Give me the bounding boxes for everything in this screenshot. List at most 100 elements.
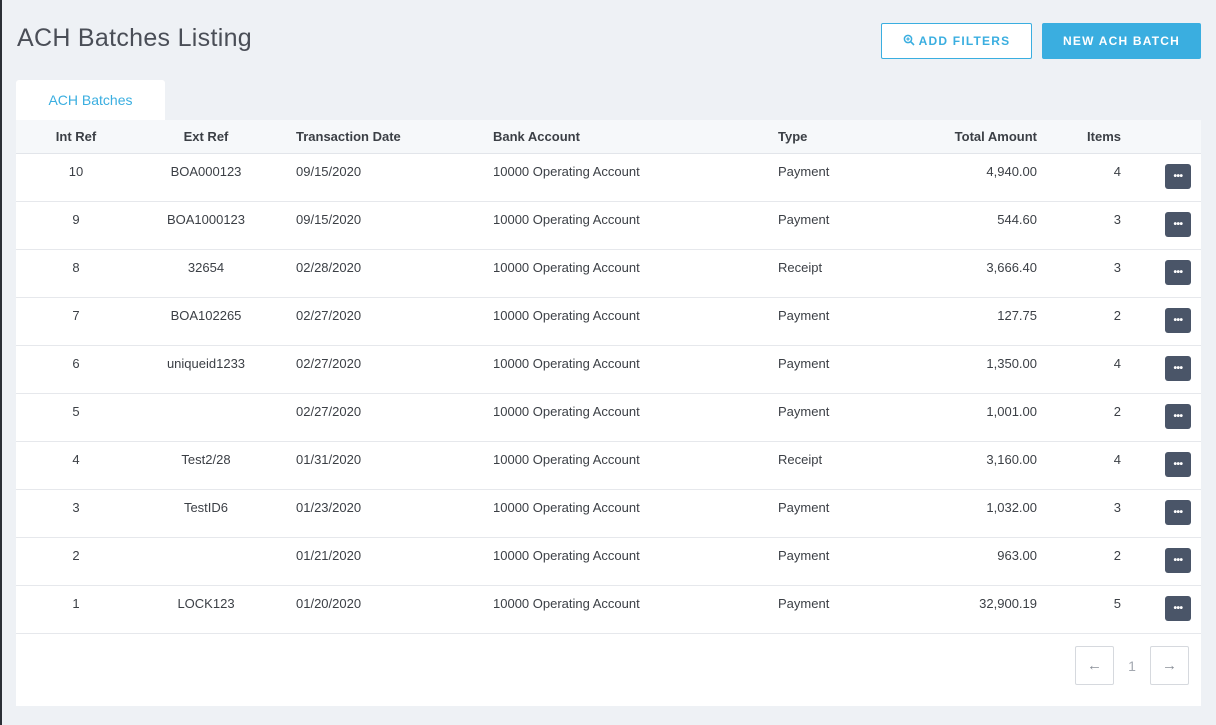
type-cell: Payment [778,308,830,323]
table-row[interactable]: 4 Test2/28 01/31/2020 10000 Operating Ac… [16,442,1201,490]
row-actions-button[interactable]: ••• [1165,452,1191,477]
bank-account-cell: 10000 Operating Account [493,212,640,227]
type-cell: Receipt [778,260,823,275]
type-cell: Receipt [778,452,823,467]
type-cell: Payment [778,548,830,563]
total-amount-cell: 544.60 [997,212,1037,227]
bank-account-cell: 10000 Operating Account [493,500,640,515]
column-header-type[interactable]: Type [778,129,807,144]
search-plus-icon [903,34,915,49]
bank-account-cell: 10000 Operating Account [493,548,640,563]
row-actions-button[interactable]: ••• [1165,308,1191,333]
transaction-date-cell: 09/15/2020 [296,164,362,179]
table-row[interactable]: 2 01/21/2020 10000 Operating Account Pay… [16,538,1201,586]
int-ref-cell: 7 [72,308,80,323]
total-amount-cell: 1,350.00 [986,356,1037,371]
type-cell: Payment [778,404,830,419]
row-actions-button[interactable]: ••• [1165,356,1191,381]
column-header-ext-ref[interactable]: Ext Ref [136,129,276,144]
column-header-int-ref[interactable]: Int Ref [36,129,116,144]
items-cell: 2 [1113,548,1121,563]
items-cell: 4 [1113,356,1121,371]
int-ref-cell: 10 [68,164,84,179]
bank-account-cell: 10000 Operating Account [493,164,640,179]
int-ref-cell: 5 [72,404,80,419]
column-header-bank-account[interactable]: Bank Account [493,129,580,144]
total-amount-cell: 127.75 [997,308,1037,323]
table-row[interactable]: 8 32654 02/28/2020 10000 Operating Accou… [16,250,1201,298]
items-cell: 5 [1113,596,1121,611]
total-amount-cell: 32,900.19 [979,596,1037,611]
window-left-edge [0,0,2,725]
column-header-items[interactable]: Items [1076,129,1121,144]
table-row[interactable]: 5 02/27/2020 10000 Operating Account Pay… [16,394,1201,442]
transaction-date-cell: 02/27/2020 [296,356,362,371]
transaction-date-cell: 02/27/2020 [296,404,362,419]
items-cell: 4 [1113,164,1121,179]
items-cell: 3 [1113,212,1121,227]
type-cell: Payment [778,356,830,371]
row-actions-button[interactable]: ••• [1165,548,1191,573]
new-ach-batch-button[interactable]: NEW ACH BATCH [1042,23,1201,59]
total-amount-cell: 1,032.00 [986,500,1037,515]
ext-ref-cell: Test2/28 [181,452,231,467]
transaction-date-cell: 01/31/2020 [296,452,362,467]
tab-ach-batches[interactable]: ACH Batches [16,80,165,120]
table-row[interactable]: 1 LOCK123 01/20/2020 10000 Operating Acc… [16,586,1201,634]
int-ref-cell: 6 [72,356,80,371]
table-row[interactable]: 7 BOA102265 02/27/2020 10000 Operating A… [16,298,1201,346]
bank-account-cell: 10000 Operating Account [493,356,640,371]
ext-ref-cell: TestID6 [183,500,229,515]
total-amount-cell: 1,001.00 [986,404,1037,419]
bank-account-cell: 10000 Operating Account [493,260,640,275]
ext-ref-cell: BOA102265 [170,308,242,323]
row-actions-button[interactable]: ••• [1165,212,1191,237]
table-row[interactable]: 10 BOA000123 09/15/2020 10000 Operating … [16,154,1201,202]
items-cell: 2 [1113,308,1121,323]
arrow-right-icon: → [1162,657,1177,674]
table-row[interactable]: 3 TestID6 01/23/2020 10000 Operating Acc… [16,490,1201,538]
bank-account-cell: 10000 Operating Account [493,596,640,611]
row-actions-button[interactable]: ••• [1165,500,1191,525]
ext-ref-cell: LOCK123 [177,596,235,611]
transaction-date-cell: 09/15/2020 [296,212,362,227]
page-title: ACH Batches Listing [17,24,252,52]
new-ach-batch-label: NEW ACH BATCH [1063,34,1180,48]
add-filters-label: ADD FILTERS [918,34,1011,48]
int-ref-cell: 4 [72,452,80,467]
pagination-next-button[interactable]: → [1150,646,1189,685]
transaction-date-cell: 01/21/2020 [296,548,362,563]
transaction-date-cell: 02/28/2020 [296,260,362,275]
row-actions-button[interactable]: ••• [1165,260,1191,285]
add-filters-button[interactable]: ADD FILTERS [881,23,1032,59]
total-amount-cell: 3,666.40 [986,260,1037,275]
int-ref-cell: 3 [72,500,80,515]
items-cell: 3 [1113,260,1121,275]
table-row[interactable]: 9 BOA1000123 09/15/2020 10000 Operating … [16,202,1201,250]
pagination-current-page[interactable]: 1 [1116,646,1148,685]
ext-ref-cell: BOA000123 [170,164,242,179]
transaction-date-cell: 02/27/2020 [296,308,362,323]
ext-ref-cell: uniqueid1233 [166,356,246,371]
type-cell: Payment [778,500,830,515]
type-cell: Payment [778,212,830,227]
bank-account-cell: 10000 Operating Account [493,404,640,419]
transaction-date-cell: 01/20/2020 [296,596,362,611]
ext-ref-cell: 32654 [187,260,225,275]
column-header-total-amount[interactable]: Total Amount [896,129,1037,144]
bank-account-cell: 10000 Operating Account [493,452,640,467]
table-row[interactable]: 6 uniqueid1233 02/27/2020 10000 Operatin… [16,346,1201,394]
tab-label: ACH Batches [48,92,133,108]
bank-account-cell: 10000 Operating Account [493,308,640,323]
row-actions-button[interactable]: ••• [1165,596,1191,621]
total-amount-cell: 4,940.00 [986,164,1037,179]
pagination-prev-button[interactable]: ← [1075,646,1114,685]
items-cell: 2 [1113,404,1121,419]
column-header-transaction-date[interactable]: Transaction Date [296,129,401,144]
row-actions-button[interactable]: ••• [1165,164,1191,189]
transaction-date-cell: 01/23/2020 [296,500,362,515]
type-cell: Payment [778,596,830,611]
row-actions-button[interactable]: ••• [1165,404,1191,429]
int-ref-cell: 2 [72,548,80,563]
int-ref-cell: 1 [72,596,80,611]
